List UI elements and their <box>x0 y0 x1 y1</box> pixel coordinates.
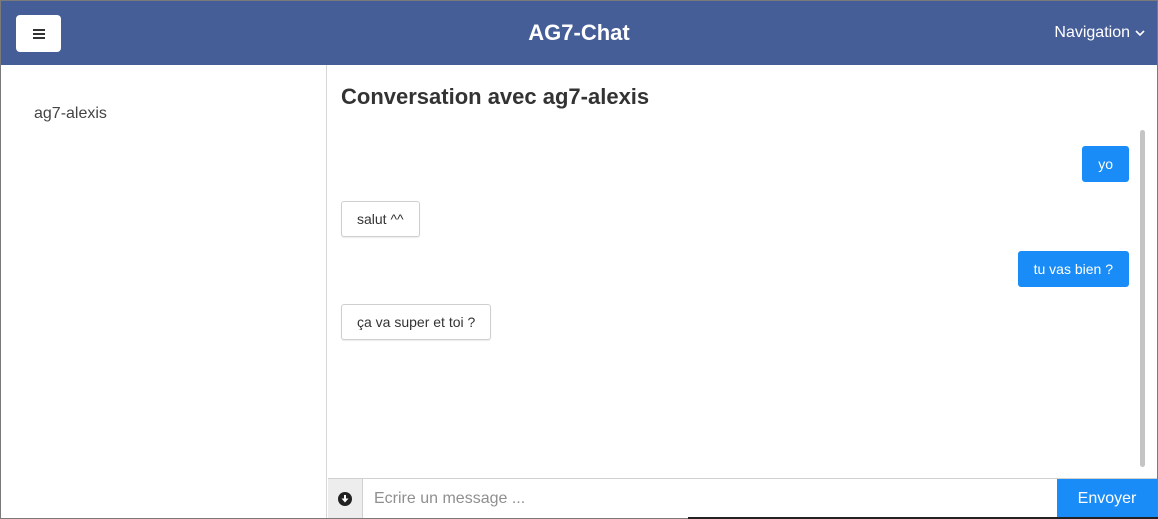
sidebar-item-ag7-alexis[interactable]: ag7-alexis <box>34 105 107 123</box>
message-list: yo salut ^^ tu vas bien ? ça va super et… <box>328 125 1157 477</box>
message-composer: Envoyer <box>328 478 1157 518</box>
contacts-sidebar: ag7-alexis <box>1 65 327 518</box>
attach-button[interactable] <box>328 479 363 518</box>
message-sent: tu vas bien ? <box>1017 251 1129 287</box>
navigation-dropdown[interactable]: Navigation <box>1054 23 1145 43</box>
menu-toggle-button[interactable] <box>16 15 61 52</box>
message-received: salut ^^ <box>341 201 420 237</box>
arrow-down-circle-icon <box>338 492 352 506</box>
message-sent: yo <box>1082 146 1129 182</box>
send-button[interactable]: Envoyer <box>1057 479 1157 518</box>
hamburger-icon <box>32 28 45 39</box>
message-received: ça va super et toi ? <box>341 304 492 340</box>
app-title: AG7-Chat <box>528 20 630 45</box>
chevron-down-icon <box>1135 29 1145 36</box>
message-input[interactable] <box>363 479 1057 518</box>
conversation-title: Conversation avec ag7-alexis <box>341 84 650 109</box>
message-list-scrollbar[interactable] <box>1140 130 1145 467</box>
app-window: AG7-Chat Navigation ag7-alexis Conversat… <box>0 0 1158 519</box>
conversation-panel: Conversation avec ag7-alexis yo salut ^^… <box>328 65 1157 518</box>
top-navbar: AG7-Chat Navigation <box>1 1 1157 65</box>
navigation-label: Navigation <box>1054 24 1130 41</box>
